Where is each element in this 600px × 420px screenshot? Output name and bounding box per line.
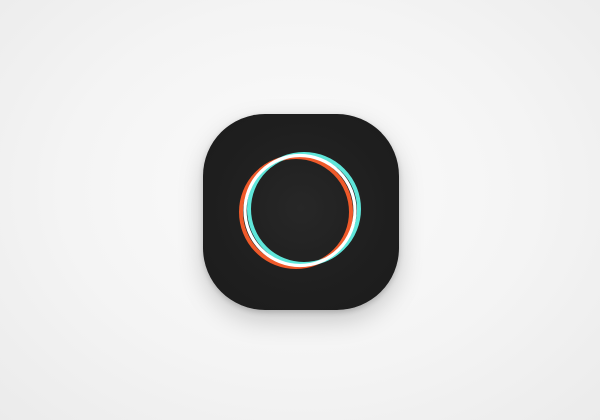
circle-lens-icon [239,152,361,269]
ring-white [243,153,357,268]
app-icon[interactable] [203,114,399,310]
